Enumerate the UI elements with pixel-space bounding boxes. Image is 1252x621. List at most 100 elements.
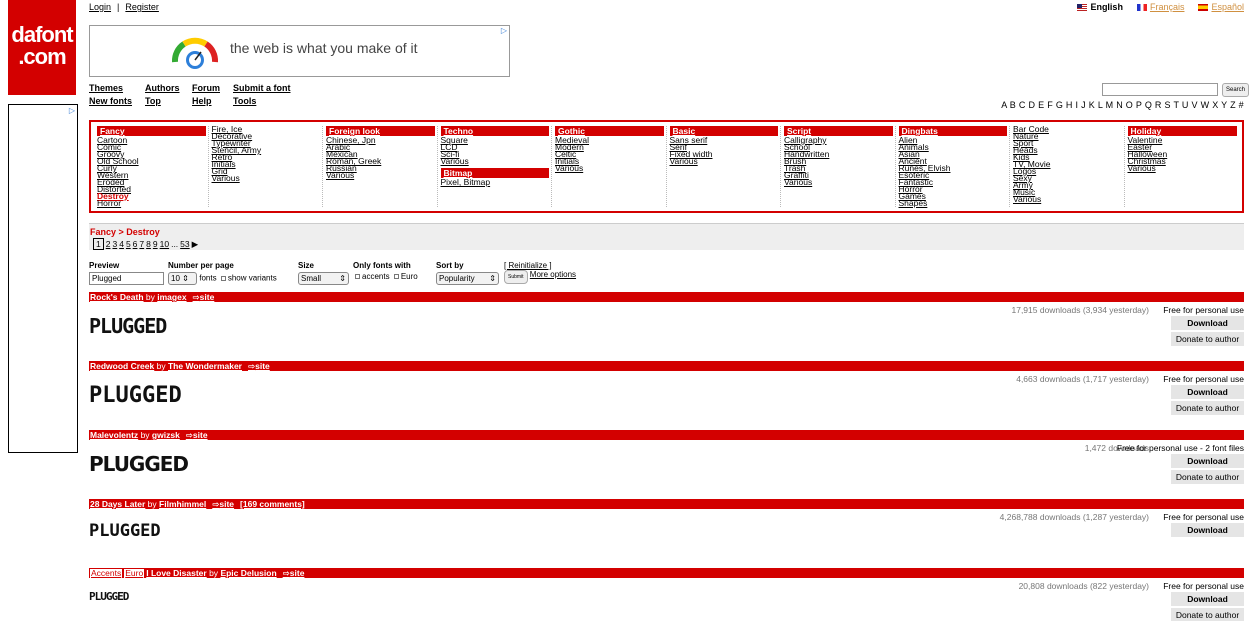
download-button[interactable]: Download (1171, 454, 1244, 468)
author-site-link[interactable]: ⇨site (248, 361, 270, 371)
lang-english[interactable]: English (1077, 2, 1123, 12)
search-input[interactable] (1102, 83, 1218, 96)
nav-top[interactable]: Top (145, 96, 192, 106)
category-item[interactable]: Pixel, Bitmap (441, 178, 550, 187)
license-text[interactable]: Free for personal use (1163, 374, 1244, 384)
font-name-link[interactable]: Malevolentz (90, 430, 138, 440)
nav-themes[interactable]: Themes (89, 83, 145, 93)
side-advertisement[interactable]: ▷ (8, 104, 78, 453)
page-link-last[interactable]: 53 (180, 239, 189, 249)
author-link[interactable]: The Wondermaker (168, 361, 242, 371)
accents-label: accents (362, 272, 390, 281)
category-item[interactable]: Various (441, 157, 550, 166)
license-text[interactable]: Free for personal use - 2 font files (1117, 443, 1244, 453)
page-link[interactable]: 7 (139, 239, 144, 249)
author-link[interactable]: gwizsk (152, 430, 180, 440)
login-link[interactable]: Login (89, 2, 111, 12)
banner-advertisement[interactable]: the web is what you make of it ▷ (89, 25, 510, 77)
font-preview[interactable]: PLUGGED (89, 314, 167, 338)
download-button[interactable]: Download (1171, 316, 1244, 330)
speedometer-icon (171, 37, 219, 69)
category-item[interactable]: Shapes (899, 199, 1008, 208)
nav-help[interactable]: Help (192, 96, 233, 106)
feature-tag[interactable]: Accents (90, 569, 123, 578)
page-link[interactable]: 6 (133, 239, 138, 249)
font-name-link[interactable]: Rock's Death (90, 292, 144, 302)
license-text[interactable]: Free for personal use (1163, 305, 1244, 315)
author-link[interactable]: imagex (157, 292, 186, 302)
category-item[interactable]: Horror (97, 199, 206, 208)
download-button[interactable]: Download (1171, 523, 1244, 537)
us-flag-icon (1077, 4, 1088, 12)
sort-by-select[interactable]: Popularity ⇕ (436, 272, 499, 285)
font-preview[interactable]: PLUGGED (89, 452, 189, 476)
submit-button[interactable]: Submit (504, 270, 528, 284)
category-item[interactable]: Various (1128, 164, 1238, 173)
donate-button[interactable]: Donate to author (1171, 608, 1244, 621)
euro-checkbox[interactable] (393, 274, 399, 280)
font-name-link[interactable]: I Love Disaster (146, 568, 206, 578)
author-site-link[interactable]: ⇨site (186, 430, 208, 440)
page-link[interactable]: 10 (160, 239, 169, 249)
category-item[interactable]: Various (1013, 195, 1122, 204)
category-item[interactable]: Various (326, 171, 435, 180)
lang-french[interactable]: Français (1136, 2, 1184, 12)
font-name-link[interactable]: 28 Days Later (90, 499, 145, 509)
comments-link[interactable]: [169 comments] (240, 499, 305, 509)
license-text[interactable]: Free for personal use (1163, 581, 1244, 591)
next-page-arrow-icon[interactable]: ▶ (192, 239, 199, 250)
page-link[interactable]: 3 (112, 239, 117, 249)
author-site-link[interactable]: ⇨site (193, 292, 215, 302)
category-item[interactable]: Various (784, 178, 893, 187)
nav-authors[interactable]: Authors (145, 83, 192, 93)
lang-spanish[interactable]: Español (1198, 2, 1244, 12)
font-preview[interactable]: PLUGGED (89, 590, 129, 603)
breadcrumb[interactable]: Fancy > Destroy (90, 227, 160, 237)
donate-button[interactable]: Donate to author (1171, 332, 1244, 346)
author-site-link[interactable]: ⇨site (283, 568, 305, 578)
preview-text-input[interactable]: Plugged (89, 272, 164, 285)
category-item[interactable]: Various (555, 164, 664, 173)
dafont-logo[interactable]: dafont .com (8, 0, 76, 95)
page-current[interactable]: 1 (93, 238, 104, 250)
category-item[interactable]: Various (670, 157, 779, 166)
page-link[interactable]: 2 (106, 239, 111, 249)
license-text[interactable]: Free for personal use (1163, 512, 1244, 522)
ad-choices-icon[interactable]: ▷ (501, 26, 507, 35)
accents-checkbox[interactable] (355, 274, 360, 280)
donate-button[interactable]: Donate to author (1171, 401, 1244, 415)
page-link[interactable]: 9 (153, 239, 158, 249)
category-item[interactable]: Various (212, 174, 321, 183)
nav-forum[interactable]: Forum (192, 83, 233, 93)
page-link[interactable]: 5 (126, 239, 131, 249)
page-link[interactable]: 8 (146, 239, 151, 249)
font-preview[interactable]: PLUGGED (89, 521, 161, 541)
size-option: Size Small ⇕ (298, 261, 349, 285)
author-site-link[interactable]: ⇨site (212, 499, 234, 509)
author-link[interactable]: Epic Delusion (220, 568, 276, 578)
size-select[interactable]: Small ⇕ (298, 272, 349, 285)
chevron-updown-icon: ⇕ (489, 274, 496, 283)
feature-tag[interactable]: Euro (124, 569, 145, 578)
font-preview[interactable]: PLUGGED (89, 383, 182, 408)
category-column: Gothic Medieval Modern Celtic Initials Variou… (552, 126, 667, 207)
ad-choices-icon[interactable]: ▷ (69, 106, 75, 115)
nav-tools[interactable]: Tools (233, 96, 313, 106)
reinitialize-link[interactable]: [ Reinitialize ] (504, 261, 552, 270)
page-link[interactable]: 4 (119, 239, 124, 249)
search-button[interactable]: Search (1222, 83, 1250, 97)
register-link[interactable]: Register (125, 2, 159, 12)
category-column: Holiday Valentine Easter Halloween Christmas… (1125, 126, 1240, 207)
download-button[interactable]: Download (1171, 385, 1244, 399)
number-per-page-select[interactable]: 10 ⇕ (168, 272, 197, 285)
download-button[interactable]: Download (1171, 592, 1244, 606)
font-title-bar: Rock's Death by imagex ⇨site (89, 292, 1244, 302)
author-link[interactable]: Filmhimmel (159, 499, 206, 509)
donate-button[interactable]: Donate to author (1171, 470, 1244, 484)
alphabet-index[interactable]: A B C D E F G H I J K L M N O P Q R S T … (1001, 100, 1244, 110)
nav-new-fonts[interactable]: New fonts (89, 96, 145, 106)
show-variants-checkbox[interactable] (220, 276, 226, 281)
more-options-link[interactable]: More options (530, 270, 576, 279)
font-name-link[interactable]: Redwood Creek (90, 361, 154, 371)
nav-submit-font[interactable]: Submit a font (233, 83, 313, 93)
